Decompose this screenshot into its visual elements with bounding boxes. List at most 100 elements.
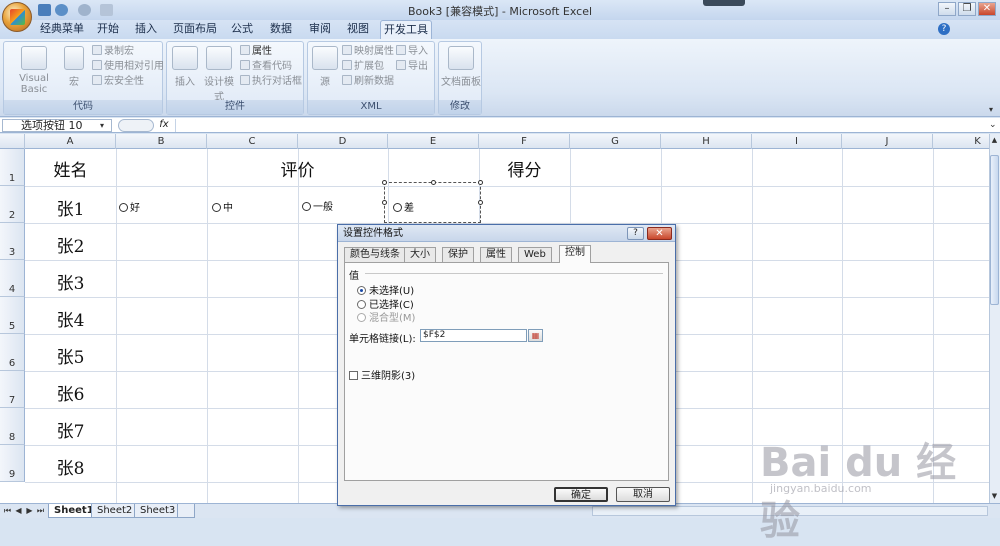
row-header-7[interactable]: 7: [0, 371, 25, 408]
option-button-average[interactable]: 一般: [302, 198, 333, 213]
cell-a3[interactable]: 张2: [25, 232, 116, 257]
insert-control-button[interactable]: 插入: [170, 46, 200, 88]
row-header-1[interactable]: 1: [0, 149, 25, 186]
tab-view[interactable]: 视图: [342, 20, 374, 39]
row-header-5[interactable]: 5: [0, 297, 25, 334]
sheet-tab-sheet3[interactable]: Sheet3: [134, 504, 182, 518]
column-header-g[interactable]: G: [570, 134, 661, 149]
tab-insert[interactable]: 插入: [130, 20, 162, 39]
sheet-tab-sheet2[interactable]: Sheet2: [91, 504, 139, 518]
visual-basic-button[interactable]: Visual Basic: [7, 46, 61, 95]
formula-input[interactable]: [175, 119, 985, 132]
insert-sheet-icon[interactable]: [177, 504, 195, 518]
cell-a8[interactable]: 张7: [25, 417, 116, 442]
formula-bar-resize-handle[interactable]: [118, 119, 154, 132]
cell-a7[interactable]: 张6: [25, 380, 116, 405]
resize-handle[interactable]: [478, 200, 483, 205]
column-header-d[interactable]: D: [298, 134, 388, 149]
cancel-button[interactable]: 取消: [616, 487, 670, 502]
vertical-scroll-thumb[interactable]: [990, 155, 999, 305]
resize-handle[interactable]: [382, 200, 387, 205]
expansion-pack-button[interactable]: 扩展包: [342, 60, 384, 74]
view-code-button[interactable]: 查看代码: [240, 60, 292, 74]
dialog-close-button[interactable]: ✕: [647, 227, 672, 240]
resize-handle[interactable]: [431, 180, 436, 185]
tab-size[interactable]: 大小: [404, 247, 436, 262]
column-header-e[interactable]: E: [388, 134, 479, 149]
ok-button[interactable]: 确定: [554, 487, 608, 502]
column-header-k[interactable]: K: [933, 134, 990, 149]
row-header-3[interactable]: 3: [0, 223, 25, 260]
office-button[interactable]: [2, 2, 32, 32]
design-mode-button[interactable]: 设计模式: [201, 46, 237, 103]
restore-button[interactable]: ❐: [958, 2, 976, 16]
run-dialog-button[interactable]: 执行对话框: [240, 75, 302, 89]
cell-f1[interactable]: 得分: [479, 156, 570, 181]
insert-function-icon[interactable]: fx: [155, 119, 173, 132]
expand-formula-bar-icon[interactable]: ⌄: [989, 120, 997, 130]
column-header-f[interactable]: F: [479, 134, 570, 149]
scroll-down-icon[interactable]: ▼: [990, 492, 999, 502]
row-header-9[interactable]: 9: [0, 445, 25, 482]
cell-a4[interactable]: 张3: [25, 269, 116, 294]
3d-shading-checkbox[interactable]: 三维阴影(3): [349, 367, 415, 382]
column-header-h[interactable]: H: [661, 134, 752, 149]
tab-data[interactable]: 数据: [265, 20, 297, 39]
record-macro-button[interactable]: 录制宏: [92, 45, 134, 59]
last-sheet-icon[interactable]: ⏭: [36, 506, 45, 516]
tab-web[interactable]: Web: [518, 247, 552, 262]
column-header-c[interactable]: C: [207, 134, 298, 149]
import-button[interactable]: 导入: [396, 45, 428, 59]
cell-a5[interactable]: 张4: [25, 306, 116, 331]
row-header-6[interactable]: 6: [0, 334, 25, 371]
column-header-a[interactable]: A: [25, 134, 116, 149]
prev-sheet-icon[interactable]: ◀: [14, 506, 23, 516]
tab-classic-menu[interactable]: 经典菜单: [38, 20, 86, 39]
macro-security-button[interactable]: 宏安全性: [92, 75, 144, 89]
option-button-medium[interactable]: 中: [212, 199, 233, 214]
range-picker-icon[interactable]: ▦: [528, 329, 543, 342]
first-sheet-icon[interactable]: ⏮: [3, 506, 12, 516]
tab-review[interactable]: 审阅: [304, 20, 336, 39]
tab-home[interactable]: 开始: [92, 20, 124, 39]
next-sheet-icon[interactable]: ▶: [25, 506, 34, 516]
name-box-dropdown-icon[interactable]: ▾: [100, 121, 104, 130]
radio-unchecked-option[interactable]: 未选择(U): [357, 282, 414, 297]
tab-developer[interactable]: 开发工具: [380, 20, 432, 39]
option-button-good[interactable]: 好: [119, 199, 140, 214]
ribbon-expand-icon[interactable]: ▾: [989, 105, 998, 114]
dialog-help-button[interactable]: ?: [627, 227, 644, 240]
tab-control[interactable]: 控制: [559, 245, 591, 263]
minimize-button[interactable]: –: [938, 2, 956, 16]
tab-formulas[interactable]: 公式: [226, 20, 258, 39]
column-header-j[interactable]: J: [842, 134, 933, 149]
row-header-8[interactable]: 8: [0, 408, 25, 445]
resize-handle[interactable]: [478, 180, 483, 185]
refresh-data-button[interactable]: 刷新数据: [342, 75, 394, 89]
source-button[interactable]: 源: [311, 46, 339, 88]
tab-colors-lines[interactable]: 颜色与线条: [344, 247, 406, 262]
relative-ref-button[interactable]: 使用相对引用: [92, 60, 164, 74]
tab-properties[interactable]: 属性: [480, 247, 512, 262]
help-icon[interactable]: ?: [938, 23, 950, 35]
map-properties-button[interactable]: 映射属性: [342, 45, 394, 59]
cell-a2[interactable]: 张1: [25, 195, 116, 220]
name-box[interactable]: 选项按钮 10: [2, 119, 112, 132]
selected-control-frame[interactable]: [382, 180, 483, 223]
macro-button[interactable]: 宏: [61, 46, 87, 88]
scroll-up-icon[interactable]: ▲: [990, 136, 999, 146]
properties-button[interactable]: 属性: [240, 45, 272, 59]
cell-a1[interactable]: 姓名: [25, 156, 116, 181]
tab-page-layout[interactable]: 页面布局: [170, 20, 220, 39]
close-button[interactable]: ✕: [978, 2, 996, 16]
document-panel-button[interactable]: 文档面板: [441, 46, 481, 88]
cell-a6[interactable]: 张5: [25, 343, 116, 368]
dialog-title[interactable]: 设置控件格式: [338, 225, 675, 242]
cell-link-input[interactable]: $F$2: [420, 329, 527, 342]
resize-handle[interactable]: [382, 180, 387, 185]
column-header-i[interactable]: I: [752, 134, 842, 149]
select-all-corner[interactable]: [0, 134, 25, 149]
cell-a9[interactable]: 张8: [25, 454, 116, 479]
tab-protection[interactable]: 保护: [442, 247, 474, 262]
row-header-4[interactable]: 4: [0, 260, 25, 297]
